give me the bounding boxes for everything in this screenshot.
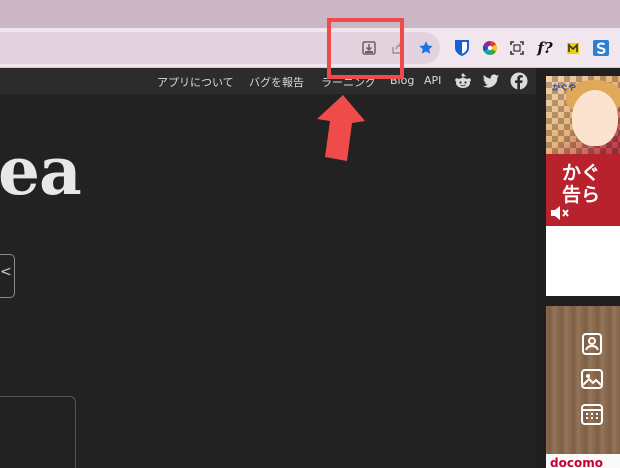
advertisement-banner-top[interactable]: かぐや かぐ 告ら: [546, 76, 620, 296]
nav-link-about-app[interactable]: アプリについて: [157, 74, 234, 90]
ad-character-face: [572, 90, 618, 146]
site-nav-bar: アプリについて バグを報告 ラーニング Blog API: [0, 68, 536, 94]
font-detect-icon[interactable]: f?: [533, 36, 557, 60]
partial-control-glyph: <: [0, 264, 12, 280]
ad-brand-text: docomo: [550, 456, 603, 468]
ad-logo: かぐや: [552, 83, 576, 92]
reddit-icon[interactable]: [454, 72, 472, 90]
advertisement-banner-bottom[interactable]: docomo: [546, 306, 620, 468]
highlighter-icon[interactable]: [561, 36, 585, 60]
contact-icon: [582, 333, 602, 355]
nav-link-report-bug[interactable]: バグを報告: [249, 74, 304, 90]
twitter-icon[interactable]: [482, 72, 500, 90]
image-icon: [581, 369, 603, 389]
browser-title-bar: [0, 0, 620, 28]
s-extension-icon[interactable]: [589, 36, 613, 60]
nav-link-api[interactable]: API: [424, 74, 441, 87]
mute-icon[interactable]: [548, 202, 570, 224]
facebook-icon[interactable]: [510, 72, 528, 90]
calendar-icon: [581, 404, 603, 425]
page-title-fragment: ea: [0, 132, 82, 210]
ad-headline-line1: かぐ: [562, 162, 601, 184]
screenshot-frame-icon[interactable]: [505, 36, 529, 60]
partial-card: [0, 396, 76, 468]
browser-toolbar: f?: [0, 28, 620, 68]
annotation-highlight-box: [327, 18, 404, 79]
annotation-arrow-icon: [317, 95, 365, 161]
color-wheel-icon[interactable]: [478, 36, 502, 60]
bookmark-star-icon[interactable]: [414, 36, 438, 60]
bitwarden-icon[interactable]: [450, 36, 474, 60]
